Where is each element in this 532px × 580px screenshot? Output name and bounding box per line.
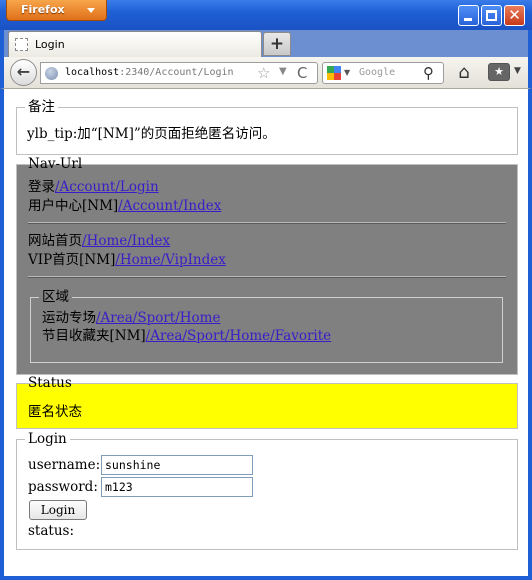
tip-text: ylb_tip:加“[NM]”的页面拒绝匿名访问。 bbox=[27, 126, 276, 142]
status-legend: Status bbox=[28, 375, 72, 391]
url-path: :2340/Account/Login bbox=[119, 67, 234, 78]
nav-label: 网站首页 bbox=[28, 233, 82, 249]
nav-link-vip[interactable]: /Home/VipIndex bbox=[115, 252, 226, 268]
nav-url-fieldset: Nav-Url 登录/Account/Login 用户中心[NM]/Accoun… bbox=[16, 156, 518, 375]
nav-line-home: 网站首页/Home/Index bbox=[28, 233, 170, 250]
tab-label: Login bbox=[35, 38, 65, 51]
reload-icon[interactable]: C bbox=[297, 64, 307, 82]
nav-line-login: 登录/Account/Login bbox=[28, 179, 159, 196]
tip-legend: 备注 bbox=[25, 99, 58, 115]
nav-line-user-center: 用户中心[NM]/Account/Index bbox=[28, 198, 221, 215]
firefox-menu-label: Firefox bbox=[21, 3, 65, 16]
close-icon: ✕ bbox=[508, 6, 521, 24]
status-label: status: bbox=[28, 523, 74, 539]
nav-label: 运动专场 bbox=[42, 310, 96, 326]
status-text: 匿名状态 bbox=[28, 404, 82, 420]
password-label: password: bbox=[28, 479, 98, 495]
divider bbox=[28, 276, 506, 278]
tip-fieldset: 备注 ylb_tip:加“[NM]”的页面拒绝匿名访问。 bbox=[16, 99, 518, 155]
bookmarks-dropdown-icon[interactable]: ▼ bbox=[514, 66, 521, 76]
nav-link-sport[interactable]: /Area/Sport/Home bbox=[96, 310, 220, 326]
nav-link-favorite[interactable]: /Area/Sport/Home/Favorite bbox=[146, 328, 331, 344]
tab-strip: Login + bbox=[0, 30, 532, 57]
username-input[interactable] bbox=[101, 455, 253, 475]
title-bar: Firefox ✕ bbox=[0, 0, 532, 30]
plus-icon: + bbox=[269, 34, 285, 54]
nav-link-home[interactable]: /Home/Index bbox=[82, 233, 170, 249]
url-text: localhost:2340/Account/Login bbox=[65, 67, 234, 78]
nav-link-login[interactable]: /Account/Login bbox=[55, 179, 159, 195]
nav-line-sport: 运动专场/Area/Sport/Home bbox=[42, 310, 220, 327]
new-tab-button[interactable]: + bbox=[263, 32, 291, 56]
area-fieldset: 区域 运动专场/Area/Sport/Home 节目收藏夹[NM]/Area/S… bbox=[30, 289, 503, 363]
firefox-menu-button[interactable]: Firefox bbox=[6, 0, 107, 21]
login-legend: Login bbox=[25, 431, 70, 447]
globe-icon bbox=[45, 67, 58, 80]
nav-link-user-center[interactable]: /Account/Index bbox=[118, 198, 221, 214]
back-arrow-icon: ← bbox=[16, 62, 31, 81]
history-dropdown-icon[interactable]: ▼ bbox=[279, 66, 287, 77]
nav-line-favorite: 节目收藏夹[NM]/Area/Sport/Home/Favorite bbox=[42, 328, 331, 345]
nav-url-legend: Nav-Url bbox=[28, 156, 83, 172]
password-input[interactable] bbox=[101, 477, 253, 497]
page-favicon-icon bbox=[15, 38, 28, 51]
search-placeholder: Google bbox=[359, 67, 396, 78]
home-button[interactable]: ⌂ bbox=[452, 61, 476, 85]
tab-login[interactable]: Login bbox=[8, 31, 262, 57]
nav-label: VIP首页[NM] bbox=[28, 252, 116, 268]
bookmarks-star-icon: ★ bbox=[494, 65, 504, 78]
chevron-down-icon bbox=[87, 8, 95, 13]
search-engine-dropdown-icon[interactable]: ▼ bbox=[344, 68, 350, 77]
area-legend: 区域 bbox=[39, 289, 72, 305]
bookmark-star-icon[interactable]: ☆ bbox=[257, 64, 270, 82]
page-content: 备注 ylb_tip:加“[NM]”的页面拒绝匿名访问。 Nav-Url 登录/… bbox=[0, 89, 532, 580]
search-icon[interactable]: ⚲ bbox=[423, 64, 434, 82]
minimize-icon bbox=[464, 18, 472, 21]
divider bbox=[28, 222, 506, 224]
navigation-toolbar: ← localhost:2340/Account/Login ☆ ▼ C ▼ G… bbox=[0, 57, 532, 89]
back-button[interactable]: ← bbox=[10, 59, 37, 86]
url-host: localhost bbox=[65, 67, 120, 78]
nav-label: 用户中心[NM] bbox=[28, 198, 119, 214]
nav-label: 登录 bbox=[28, 179, 55, 195]
close-window-button[interactable]: ✕ bbox=[504, 5, 525, 26]
username-label: username: bbox=[28, 457, 101, 473]
minimize-button[interactable] bbox=[458, 5, 479, 26]
maximize-button[interactable] bbox=[481, 5, 502, 26]
home-icon: ⌂ bbox=[458, 62, 470, 83]
nav-label: 节目收藏夹[NM] bbox=[42, 328, 146, 344]
google-logo-icon[interactable] bbox=[327, 66, 341, 80]
status-fieldset: Status 匿名状态 bbox=[16, 375, 518, 429]
url-bar[interactable]: localhost:2340/Account/Login ☆ ▼ C bbox=[40, 62, 318, 84]
bookmarks-button[interactable]: ★ bbox=[488, 63, 510, 81]
login-button[interactable]: Login bbox=[29, 500, 87, 520]
login-fieldset: Login username: password: Login status: bbox=[16, 431, 518, 550]
nav-line-vip: VIP首页[NM]/Home/VipIndex bbox=[28, 252, 226, 269]
search-bar[interactable]: ▼ Google ⚲ bbox=[322, 62, 444, 84]
maximize-icon bbox=[486, 10, 497, 21]
